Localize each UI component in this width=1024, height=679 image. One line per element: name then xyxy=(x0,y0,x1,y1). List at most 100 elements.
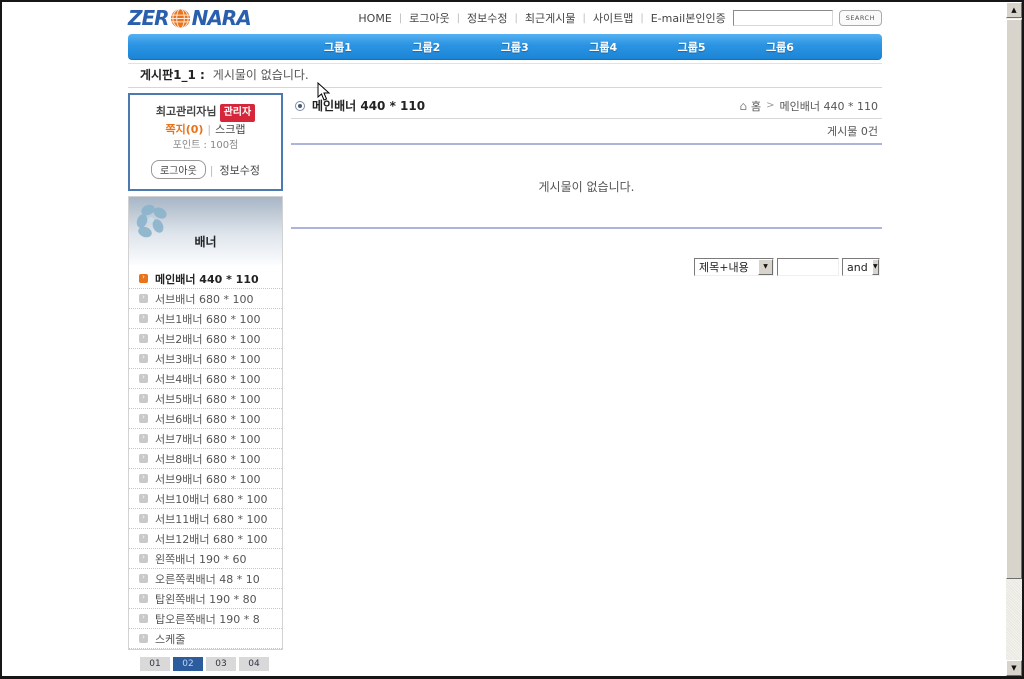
nav-home[interactable]: HOME xyxy=(351,12,398,25)
breadcrumb-home[interactable]: 홈 xyxy=(751,98,761,114)
arrow-bullet-icon xyxy=(139,534,148,543)
menu-item-sub5-banner[interactable]: 서브5배너 680 * 100 xyxy=(129,389,282,409)
banner-menu-title: 배너 xyxy=(129,233,282,250)
search-operator-select[interactable]: and ▼ xyxy=(842,258,880,276)
admin-info-box: 최고관리자님관리자 쪽지(0) | 스크랩 포인트 : 100점 로그아웃 | 정보수정 xyxy=(128,93,283,191)
menu-item-sub1-banner[interactable]: 서브1배너 680 * 100 xyxy=(129,309,282,329)
nav-logout[interactable]: 로그아웃 xyxy=(402,10,456,26)
gnb-group5[interactable]: 그룹5 xyxy=(678,39,706,55)
arrow-bullet-icon xyxy=(139,554,148,563)
admin-badge: 관리자 xyxy=(220,104,256,122)
post-count: 게시물 0건 xyxy=(291,119,882,145)
arrow-bullet-icon xyxy=(139,374,148,383)
search-field-value: 제목+내용 xyxy=(695,259,753,275)
arrow-bullet-icon xyxy=(139,334,148,343)
board-search-input[interactable] xyxy=(777,258,839,276)
banner-menu-list: 메인배너 440 * 110 서브배너 680 * 100 서브1배너 680 … xyxy=(129,265,282,649)
gnb-group1[interactable]: 그룹1 xyxy=(324,39,352,55)
menu-item-sub6-banner[interactable]: 서브6배너 680 * 100 xyxy=(129,409,282,429)
arrow-bullet-icon xyxy=(139,434,148,443)
gnb-group2[interactable]: 그룹2 xyxy=(412,39,440,55)
admin-separator: | xyxy=(207,123,211,136)
banner-menu: 배너 메인배너 440 * 110 서브배너 680 * 100 서브1배너 6… xyxy=(128,196,283,650)
radio-bullet-icon xyxy=(295,101,305,111)
board-notice-bar: 게시판1_1 : 게시물이 없습니다. xyxy=(128,63,882,88)
pager-04[interactable]: 04 xyxy=(239,657,269,671)
gnb-group3[interactable]: 그룹3 xyxy=(501,39,529,55)
menu-item-right-quick-banner[interactable]: 오른쪽퀵배너 48 * 10 xyxy=(129,569,282,589)
banner-menu-header: 배너 xyxy=(129,197,282,265)
menu-item-sub9-banner[interactable]: 서브9배너 680 * 100 xyxy=(129,469,282,489)
chevron-down-icon[interactable]: ▼ xyxy=(872,259,879,275)
header-search-input[interactable] xyxy=(733,10,833,26)
header-search: SEARCH xyxy=(733,10,882,26)
sidebar: 최고관리자님관리자 쪽지(0) | 스크랩 포인트 : 100점 로그아웃 | 정보수정 xyxy=(128,93,283,671)
header-search-button[interactable]: SEARCH xyxy=(839,10,882,26)
menu-item-sub10-banner[interactable]: 서브10배너 680 * 100 xyxy=(129,489,282,509)
pager-03[interactable]: 03 xyxy=(206,657,236,671)
browser-viewport: ZER NARA HOME | 로그아웃 | 정보수정 | 최근 xyxy=(2,2,1006,676)
vertical-scrollbar[interactable]: ▲ ▼ xyxy=(1006,2,1022,676)
menu-item-sub11-banner[interactable]: 서브11배너 680 * 100 xyxy=(129,509,282,529)
arrow-bullet-icon xyxy=(139,634,148,643)
pager-01[interactable]: 01 xyxy=(140,657,170,671)
scroll-down-button[interactable]: ▼ xyxy=(1006,660,1022,676)
point-label: 포인트 : 100점 xyxy=(132,138,279,153)
arrow-bullet-icon xyxy=(139,454,148,463)
arrow-bullet-icon xyxy=(139,274,148,283)
admin-user-name: 최고관리자님 xyxy=(156,105,217,118)
skin-pager: 01 02 03 04 xyxy=(128,657,283,671)
arrow-bullet-icon xyxy=(139,474,148,483)
board-title-row: 메인배너 440 * 110 ⌂ 홈 > 메인배너 440 * 110 xyxy=(291,93,882,119)
breadcrumb: ⌂ 홈 > 메인배너 440 * 110 xyxy=(739,98,882,114)
site-header: ZER NARA HOME | 로그아웃 | 정보수정 | 최근 xyxy=(128,2,882,32)
site-logo[interactable]: ZER NARA xyxy=(128,6,259,30)
admin-separator: | xyxy=(210,164,214,177)
arrow-bullet-icon xyxy=(139,494,148,503)
arrow-bullet-icon xyxy=(139,354,148,363)
menu-item-top-right-banner[interactable]: 탑오른쪽배너 190 * 8 xyxy=(129,609,282,629)
board-notice-message: 게시물이 없습니다. xyxy=(213,68,309,82)
chevron-down-icon[interactable]: ▼ xyxy=(758,259,773,275)
menu-item-sub3-banner[interactable]: 서브3배너 680 * 100 xyxy=(129,349,282,369)
nav-email-verify[interactable]: E-mail본인인증 xyxy=(644,10,733,26)
menu-item-sub4-banner[interactable]: 서브4배너 680 * 100 xyxy=(129,369,282,389)
arrow-bullet-icon xyxy=(139,414,148,423)
search-field-select[interactable]: 제목+내용 ▼ xyxy=(694,258,774,276)
memo-link[interactable]: 쪽지(0) xyxy=(165,123,203,136)
top-navigation: HOME | 로그아웃 | 정보수정 | 최근게시물 | 사이트맵 | E-ma… xyxy=(351,10,732,26)
arrow-bullet-icon xyxy=(139,294,148,303)
logout-button[interactable]: 로그아웃 xyxy=(151,160,206,179)
arrow-bullet-icon xyxy=(139,514,148,523)
arrow-bullet-icon xyxy=(139,614,148,623)
menu-item-left-banner[interactable]: 왼쪽배너 190 * 60 xyxy=(129,549,282,569)
scrollbar-thumb[interactable] xyxy=(1006,19,1022,579)
pager-02[interactable]: 02 xyxy=(173,657,203,671)
arrow-bullet-icon xyxy=(139,314,148,323)
home-icon: ⌂ xyxy=(739,99,747,113)
menu-item-top-left-banner[interactable]: 탑왼쪽배너 190 * 80 xyxy=(129,589,282,609)
menu-item-schedule[interactable]: 스케줄 xyxy=(129,629,282,649)
menu-item-sub-banner[interactable]: 서브배너 680 * 100 xyxy=(129,289,282,309)
gnb-group6[interactable]: 그룹6 xyxy=(766,39,794,55)
menu-item-sub12-banner[interactable]: 서브12배너 680 * 100 xyxy=(129,529,282,549)
breadcrumb-current: 메인배너 440 * 110 xyxy=(780,98,878,114)
arrow-bullet-icon xyxy=(139,574,148,583)
board-notice-label: 게시판1_1 : xyxy=(140,68,205,82)
nav-sitemap[interactable]: 사이트맵 xyxy=(586,10,640,26)
globe-icon xyxy=(170,8,191,29)
board-main: 메인배너 440 * 110 ⌂ 홈 > 메인배너 440 * 110 게시물 … xyxy=(291,93,882,671)
search-operator-value: and xyxy=(843,261,872,274)
arrow-bullet-icon xyxy=(139,594,148,603)
group-nav-bar: 그룹1 그룹2 그룹3 그룹4 그룹5 그룹6 xyxy=(128,34,882,60)
menu-item-sub2-banner[interactable]: 서브2배너 680 * 100 xyxy=(129,329,282,349)
scroll-up-button[interactable]: ▲ xyxy=(1006,2,1022,18)
edit-info-link[interactable]: 정보수정 xyxy=(220,164,260,177)
menu-item-sub8-banner[interactable]: 서브8배너 680 * 100 xyxy=(129,449,282,469)
nav-edit-info[interactable]: 정보수정 xyxy=(460,10,514,26)
gnb-group4[interactable]: 그룹4 xyxy=(589,39,617,55)
scrap-link[interactable]: 스크랩 xyxy=(215,123,245,136)
menu-item-sub7-banner[interactable]: 서브7배너 680 * 100 xyxy=(129,429,282,449)
nav-recent-posts[interactable]: 최근게시물 xyxy=(518,10,583,26)
menu-item-main-banner[interactable]: 메인배너 440 * 110 xyxy=(129,269,282,289)
